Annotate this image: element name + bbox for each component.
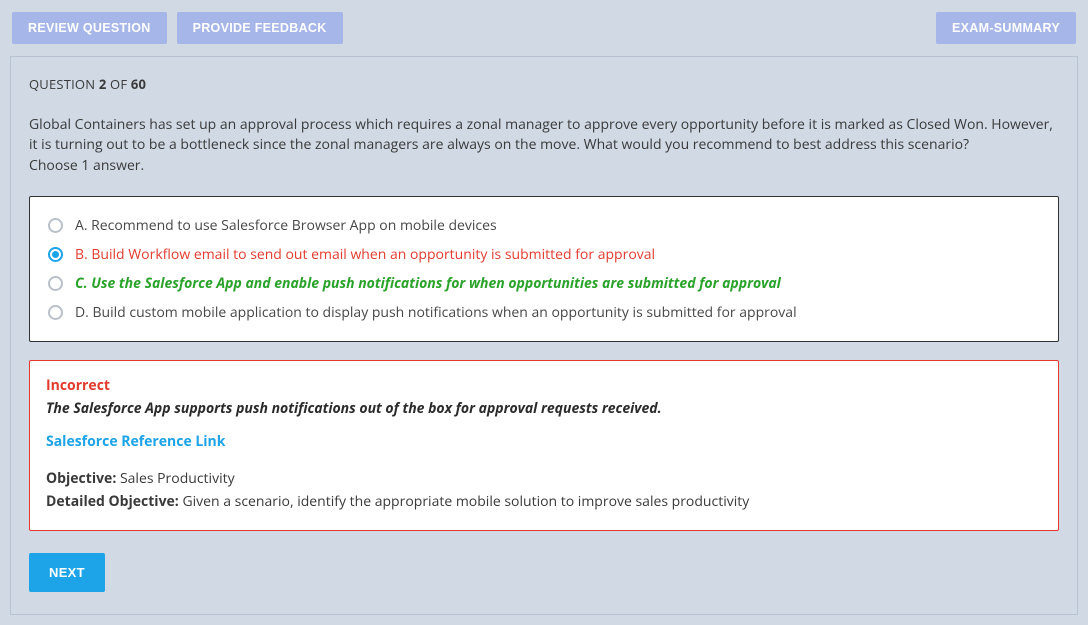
objective-line: Objective: Sales Productivity bbox=[46, 468, 1042, 489]
answer-option-c[interactable]: C. Use the Salesforce App and enable pus… bbox=[44, 269, 1044, 298]
top-toolbar: REVIEW QUESTION PROVIDE FEEDBACK EXAM-SU… bbox=[0, 0, 1088, 56]
question-instruction: Choose 1 answer. bbox=[29, 156, 144, 175]
question-prefix: QUESTION bbox=[29, 75, 99, 93]
detailed-objective-value: Given a scenario, identify the appropria… bbox=[179, 492, 749, 511]
result-status: Incorrect bbox=[46, 375, 1042, 396]
detailed-objective-label: Detailed Objective: bbox=[46, 492, 179, 511]
question-total: 60 bbox=[131, 75, 146, 93]
toolbar-left-group: REVIEW QUESTION PROVIDE FEEDBACK bbox=[12, 12, 343, 44]
answer-label: B. Build Workflow email to send out emai… bbox=[75, 245, 655, 264]
next-button[interactable]: NEXT bbox=[29, 553, 105, 592]
answer-label: D. Build custom mobile application to di… bbox=[75, 303, 797, 322]
explanation-text: The Salesforce App supports push notific… bbox=[46, 398, 1042, 419]
answer-option-a[interactable]: A. Recommend to use Salesforce Browser A… bbox=[44, 211, 1044, 240]
reference-link[interactable]: Salesforce Reference Link bbox=[46, 431, 225, 452]
question-body: Global Containers has set up an approval… bbox=[29, 115, 1059, 176]
detailed-objective-line: Detailed Objective: Given a scenario, id… bbox=[46, 491, 1042, 512]
radio-icon bbox=[48, 247, 63, 262]
answer-option-d[interactable]: D. Build custom mobile application to di… bbox=[44, 298, 1044, 327]
answer-option-b[interactable]: B. Build Workflow email to send out emai… bbox=[44, 240, 1044, 269]
question-panel: QUESTION 2 OF 60 Global Containers has s… bbox=[10, 56, 1078, 615]
answer-label: C. Use the Salesforce App and enable pus… bbox=[75, 274, 781, 293]
exam-summary-button[interactable]: EXAM-SUMMARY bbox=[936, 12, 1076, 44]
objective-value: Sales Productivity bbox=[116, 469, 234, 488]
answer-label: A. Recommend to use Salesforce Browser A… bbox=[75, 216, 497, 235]
answer-list: A. Recommend to use Salesforce Browser A… bbox=[29, 196, 1059, 342]
radio-icon bbox=[48, 218, 63, 233]
question-of: OF bbox=[106, 75, 130, 93]
question-text: Global Containers has set up an approval… bbox=[29, 115, 1053, 154]
question-counter: QUESTION 2 OF 60 bbox=[29, 75, 1059, 93]
provide-feedback-button[interactable]: PROVIDE FEEDBACK bbox=[177, 12, 343, 44]
objective-label: Objective: bbox=[46, 469, 116, 488]
radio-icon bbox=[48, 276, 63, 291]
feedback-box: Incorrect The Salesforce App supports pu… bbox=[29, 360, 1059, 531]
review-question-button[interactable]: REVIEW QUESTION bbox=[12, 12, 167, 44]
radio-icon bbox=[48, 305, 63, 320]
